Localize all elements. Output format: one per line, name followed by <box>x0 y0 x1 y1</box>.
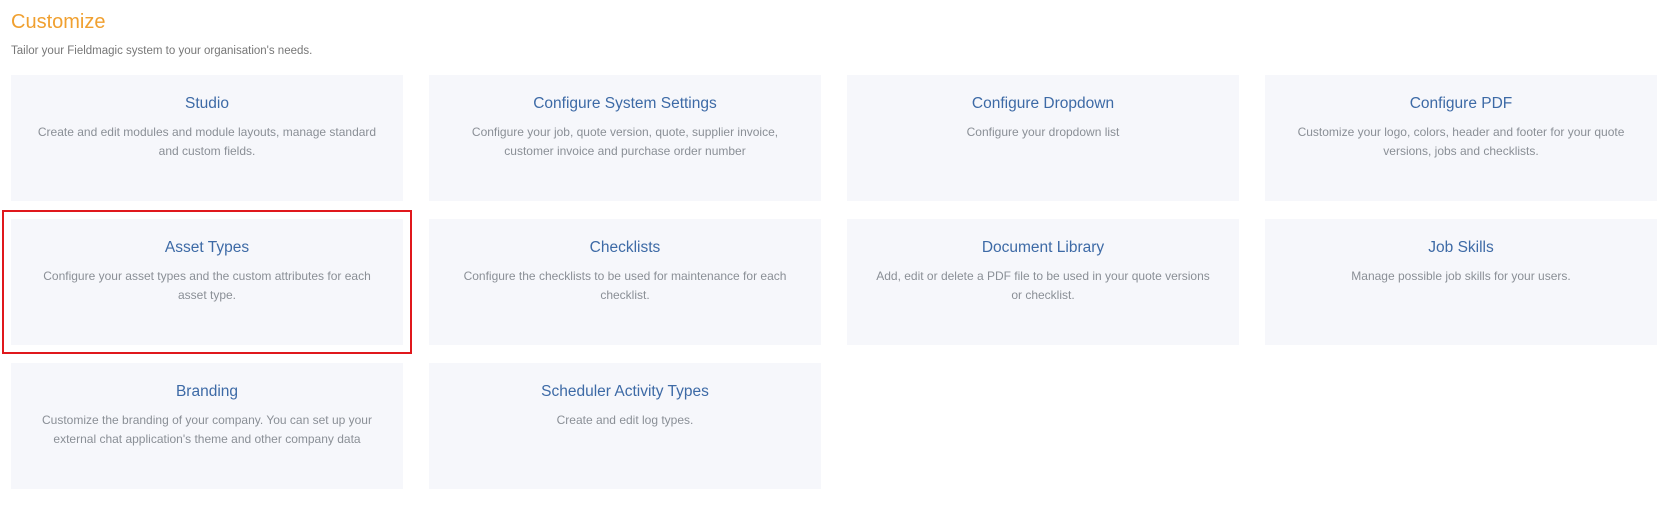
card-description: Create and edit modules and module layou… <box>37 125 377 158</box>
card-title: Checklists <box>589 239 661 256</box>
card-description: Add, edit or delete a PDF file to be use… <box>876 269 1210 302</box>
customize-page: Customize Tailor your Fieldmagic system … <box>0 0 1667 516</box>
card-description: Customize your logo, colors, header and … <box>1297 125 1625 158</box>
page-subtitle: Tailor your Fieldmagic system to your or… <box>11 45 313 57</box>
card-description: Configure your job, quote version, quote… <box>471 125 779 158</box>
card-title: Branding <box>175 383 239 400</box>
card-description: Configure your asset types and the custo… <box>43 269 371 302</box>
card-scheduler-activity-types[interactable]: Scheduler Activity Types Create and edit… <box>429 363 821 489</box>
card-title: Scheduler Activity Types <box>541 383 709 400</box>
card-description: Manage possible job skills for your user… <box>1351 269 1571 283</box>
card-description: Configure your dropdown list <box>966 125 1120 139</box>
card-job-skills[interactable]: Job Skills Manage possible job skills fo… <box>1265 219 1657 345</box>
card-configure-system-settings[interactable]: Configure System Settings Configure your… <box>429 75 821 201</box>
card-title: Document Library <box>981 239 1105 256</box>
card-document-library[interactable]: Document Library Add, edit or delete a P… <box>847 219 1239 345</box>
card-title: Job Skills <box>1428 239 1494 256</box>
card-title: Asset Types <box>164 239 250 256</box>
card-title: Configure System Settings <box>533 95 717 112</box>
card-description: Configure the checklists to be used for … <box>463 269 787 302</box>
card-title: Configure Dropdown <box>971 95 1115 112</box>
card-configure-dropdown[interactable]: Configure Dropdown Configure your dropdo… <box>847 75 1239 201</box>
card-studio[interactable]: Studio Create and edit modules and modul… <box>11 75 403 201</box>
card-asset-types[interactable]: Asset Types Configure your asset types a… <box>2 210 412 354</box>
card-configure-pdf[interactable]: Configure PDF Customize your logo, color… <box>1265 75 1657 201</box>
card-title: Configure PDF <box>1409 95 1513 112</box>
card-description: Create and edit log types. <box>556 413 694 427</box>
card-description: Customize the branding of your company. … <box>42 413 372 446</box>
card-branding[interactable]: Branding Customize the branding of your … <box>11 363 403 489</box>
page-title: Customize <box>11 11 106 33</box>
card-checklists[interactable]: Checklists Configure the checklists to b… <box>429 219 821 345</box>
card-title: Studio <box>185 95 229 112</box>
